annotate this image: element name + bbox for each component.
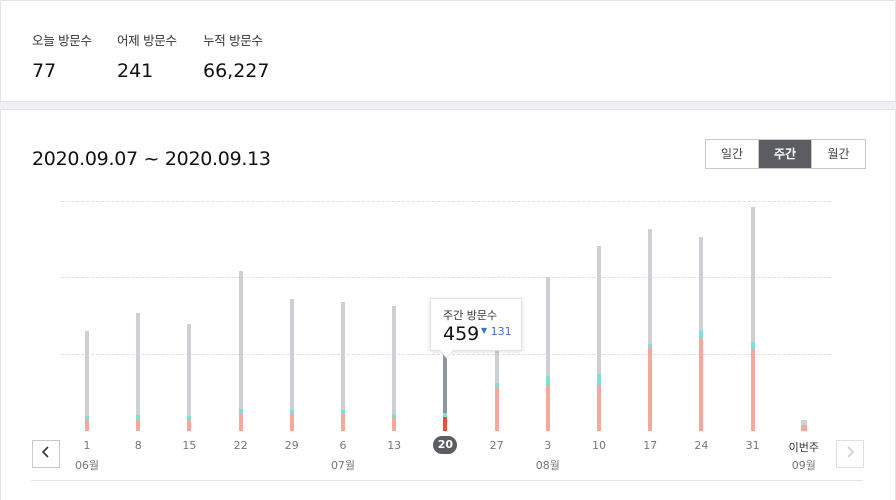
bar-segment-bottom[interactable]	[238, 413, 243, 431]
x-tick-label[interactable]: 20	[425, 436, 465, 454]
stat-total: 누적 방문수 66,227	[203, 30, 269, 82]
bar-segment-bottom[interactable]	[545, 384, 550, 431]
bar-segment-bottom[interactable]	[392, 416, 397, 431]
bar-segment-bottom[interactable]	[648, 348, 653, 431]
bar-segment-top[interactable]	[392, 306, 397, 414]
x-tick-label[interactable]: 15	[169, 439, 209, 452]
bar-segment-bottom[interactable]	[187, 418, 192, 431]
stat-yesterday: 어제 방문수 241	[117, 30, 177, 82]
x-tick-label[interactable]: 6	[323, 439, 363, 452]
month-label: 06월	[74, 459, 100, 472]
x-tick-label[interactable]: 이번주	[784, 439, 824, 455]
chevron-left-icon	[41, 446, 51, 462]
tooltip-value: 459	[443, 323, 480, 345]
bar-segment-middle[interactable]	[750, 341, 755, 350]
bar-segment-middle[interactable]	[289, 409, 294, 414]
stat-total-value: 66,227	[203, 60, 270, 82]
x-tick-label[interactable]: 3	[528, 439, 568, 452]
bar-segment-bottom[interactable]	[750, 349, 755, 431]
stat-today-label: 오늘 방문수	[32, 33, 92, 48]
visit-chart-card: 2020.09.07 ~ 2020.09.13 일간 주간 월간 1 8 15 22 2…	[0, 109, 896, 500]
stat-today: 오늘 방문수 77	[32, 30, 92, 82]
bar-segment-middle[interactable]	[443, 413, 448, 417]
bar-segment-bottom[interactable]	[85, 419, 89, 431]
bar-segment-middle[interactable]	[648, 343, 653, 349]
stat-today-value: 77	[32, 60, 57, 82]
bar-segment-bottom[interactable]	[341, 413, 345, 431]
bar-segment-top[interactable]	[597, 245, 601, 375]
x-tick-label[interactable]: 24	[681, 439, 721, 452]
bar-segment-top[interactable]	[545, 276, 550, 377]
x-tick-label[interactable]: 31	[733, 439, 773, 452]
selected-tick-pill: 20	[433, 436, 458, 454]
bar-segment-top[interactable]	[648, 228, 653, 344]
bar-segment-middle[interactable]	[341, 409, 345, 414]
bar-segment-middle[interactable]	[392, 413, 397, 417]
x-tick-label[interactable]: 8	[118, 439, 158, 452]
bar-segment-middle[interactable]	[494, 383, 499, 387]
bar-segment-bottom[interactable]	[494, 386, 499, 431]
bar-segment-top[interactable]	[800, 420, 807, 426]
x-tick-label[interactable]: 1	[67, 439, 107, 452]
stat-yesterday-label: 어제 방문수	[117, 33, 177, 48]
x-tick-label[interactable]: 17	[630, 439, 670, 452]
tooltip-delta-value: 131	[490, 325, 512, 338]
bar-segment-middle[interactable]	[136, 414, 141, 420]
stat-yesterday-value: 241	[117, 60, 154, 82]
bar-segment-top[interactable]	[750, 207, 755, 342]
bar-segment-top[interactable]	[187, 323, 192, 416]
divider	[31, 480, 863, 481]
bar-segment-middle[interactable]	[545, 376, 550, 385]
bar-segment-bottom[interactable]	[597, 384, 601, 431]
caret-down-icon: ▼	[481, 326, 488, 335]
bar-segment-middle[interactable]	[85, 415, 89, 420]
bar-segment-middle[interactable]	[238, 408, 243, 414]
bar-segment-top[interactable]	[289, 298, 294, 410]
visit-stats-card: 오늘 방문수 77 어제 방문수 241 누적 방문수 66,227	[0, 0, 896, 102]
month-label: 07월	[330, 459, 356, 472]
tooltip-delta: ▼ 131	[481, 325, 512, 338]
x-tick-label[interactable]: 13	[374, 439, 414, 452]
month-label: 08월	[535, 459, 560, 472]
prev-period-button[interactable]	[32, 440, 60, 468]
grid-line	[61, 201, 831, 202]
bar-segment-bottom[interactable]	[800, 425, 807, 431]
x-tick-label[interactable]: 10	[579, 439, 619, 452]
bar-segment-middle[interactable]	[597, 374, 601, 385]
bar-segment-bottom[interactable]	[289, 413, 294, 431]
bar-segment-top[interactable]	[699, 237, 704, 332]
stat-total-label: 누적 방문수	[203, 33, 263, 48]
month-label: 09월	[791, 459, 816, 472]
bar-segment-bottom[interactable]	[136, 419, 141, 431]
bar-segment-top[interactable]	[341, 302, 345, 410]
bar-segment-bottom[interactable]	[699, 337, 704, 431]
bar-segment-top[interactable]	[238, 270, 243, 409]
chevron-right-icon	[845, 446, 855, 462]
tooltip-label: 주간 방문수	[443, 309, 498, 322]
bar-segment-top[interactable]	[136, 312, 141, 415]
next-period-button[interactable]	[836, 440, 864, 468]
x-tick-label[interactable]: 22	[221, 439, 261, 452]
grid-line	[61, 277, 831, 278]
bar-segment-bottom[interactable]	[443, 416, 448, 431]
x-tick-label[interactable]: 29	[272, 439, 312, 452]
bar-segment-middle[interactable]	[187, 415, 192, 419]
bar-segment-middle[interactable]	[699, 331, 704, 338]
chart-tooltip: 주간 방문수 459 ▼ 131	[430, 298, 522, 351]
bar-segment-top[interactable]	[85, 331, 89, 416]
x-tick-label[interactable]: 27	[477, 439, 517, 452]
